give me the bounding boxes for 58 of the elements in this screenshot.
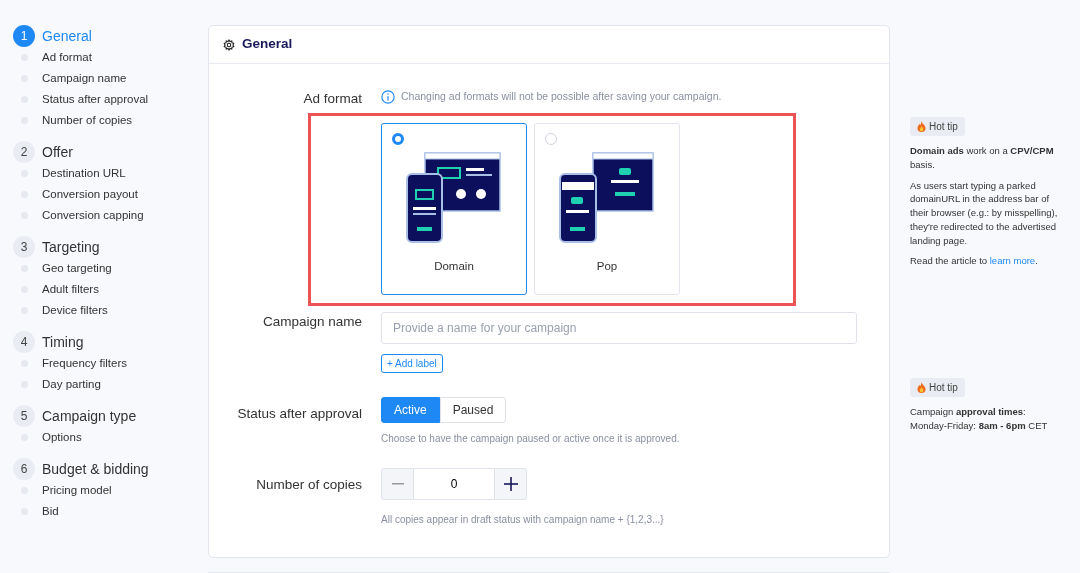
sidebar-item[interactable]: Pricing model: [42, 481, 112, 500]
info-text: Changing ad formats will not be possible after saving your campaign.: [401, 89, 722, 104]
sidebar-item[interactable]: Geo targeting: [42, 259, 112, 278]
increment-button[interactable]: [494, 468, 527, 501]
step-number: 6: [13, 458, 35, 480]
tip-text: Domain ads work on a CPV/CPM basis.: [910, 144, 1055, 172]
step-number: 5: [13, 405, 35, 427]
sidebar-item[interactable]: Number of copies: [42, 111, 133, 130]
add-label-button[interactable]: + Add label: [381, 354, 443, 374]
flame-icon: [917, 382, 926, 394]
sidebar-item[interactable]: Options: [42, 428, 82, 447]
tip-text: Read the article to learn more.: [910, 254, 1039, 269]
help-text: Choose to have the campaign paused or active once it is approved.: [381, 432, 681, 447]
sidebar-item[interactable]: Status after approval: [42, 90, 149, 109]
copies-field[interactable]: 0: [414, 468, 494, 501]
step-number: 4: [13, 331, 35, 353]
step-number: 3: [13, 236, 35, 258]
step-title[interactable]: Timing: [42, 331, 84, 353]
radio-button[interactable]: [392, 133, 404, 146]
option-label: Domain: [434, 259, 474, 275]
campaign-name-field[interactable]: Provide a name for your campaign: [381, 312, 857, 345]
step-title[interactable]: Offer: [42, 141, 73, 163]
tip-text: As users start typing a parked domainURL in the address bar of their browser (e.g.: by misspelling), they're redirected to the advertised landing page.: [910, 178, 1059, 248]
step-title[interactable]: Targeting: [42, 236, 100, 258]
hot-tip-badge: Hot tip: [910, 117, 965, 136]
step-number: 1: [13, 25, 35, 47]
sidebar-item[interactable]: Bid: [42, 502, 59, 521]
field-label: Status after approval: [236, 405, 362, 424]
hot-tip-badge: Hot tip: [910, 378, 965, 398]
sidebar-item[interactable]: Device filters: [42, 301, 108, 320]
option-label: Pop: [596, 259, 618, 275]
field-label: Ad format: [302, 90, 362, 108]
sidebar-item[interactable]: Conversion capping: [42, 206, 144, 225]
sidebar-item[interactable]: Conversion payout: [42, 185, 138, 204]
step-number: 2: [13, 141, 35, 163]
step-title[interactable]: Budget & bidding: [42, 458, 149, 480]
sidebar-item[interactable]: Destination URL: [42, 164, 126, 183]
ad-format-option[interactable]: Domain: [381, 123, 527, 296]
plus-icon: [503, 477, 518, 492]
field-label: Number of copies: [255, 476, 362, 495]
minus-icon: [391, 483, 404, 486]
sidebar-item[interactable]: Frequency filters: [42, 354, 127, 373]
sidebar-item[interactable]: Ad format: [42, 48, 92, 67]
sidebar-item[interactable]: Campaign name: [42, 69, 127, 88]
learn-more-link[interactable]: learn more: [989, 255, 1036, 267]
settings-icon: [223, 38, 235, 51]
sidebar-item[interactable]: Adult filters: [42, 280, 99, 299]
info-icon: [381, 89, 395, 104]
status-toggle[interactable]: Active: [381, 397, 440, 424]
tip-text: Campaign approval times: Monday-Friday: 8am - 6pm CET: [910, 405, 1049, 433]
help-text: All copies appear in draft status with campaign name + {1,2,3...}: [381, 513, 665, 528]
card-title: General: [242, 35, 293, 54]
sidebar-item[interactable]: Day parting: [42, 375, 101, 394]
status-toggle[interactable]: Paused: [439, 397, 507, 424]
field-label: Campaign name: [261, 313, 362, 332]
flame-icon: [917, 121, 926, 132]
step-title[interactable]: Campaign type: [42, 405, 137, 427]
ad-format-option[interactable]: Pop: [534, 123, 680, 296]
